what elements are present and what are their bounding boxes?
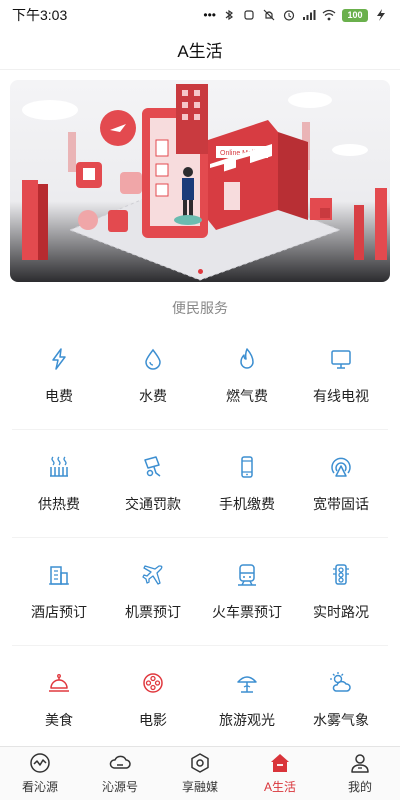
service-row: 供热费 交通罚款 手机缴费 宽带固话 [12,430,388,538]
service-label: 水雾气象 [313,712,369,728]
nav-label: 享融媒 [181,780,218,794]
service-item-broadband[interactable]: 宽带固话 [294,430,388,537]
service-item-traffic-light[interactable]: 实时路况 [294,538,388,645]
film-reel-icon [140,670,166,696]
flame-icon [234,346,260,372]
service-row: 美食 电影 旅游观光 水雾气象 [12,646,388,754]
broadband-icon [328,454,354,480]
food-cloche-icon [46,670,72,696]
service-row: 酒店预订 机票预订 火车票预订 实时路况 [12,538,388,646]
nav-label: 我的 [347,780,372,794]
service-label: 供热费 [38,495,80,512]
service-item-food-cloche[interactable]: 美食 [12,646,106,754]
service-label: 火车票预订 [212,603,282,620]
service-item-flame[interactable]: 燃气费 [200,322,294,429]
nav-item-home[interactable]: A生活 [240,747,320,800]
nav-item-media[interactable]: 享融媒 [160,747,240,800]
service-item-weather[interactable]: 水雾气象 [294,646,388,754]
train-icon [234,562,260,588]
nav-item-user[interactable]: 我的 [320,747,400,800]
vibrate-icon [244,10,254,20]
service-label: 实时路况 [313,603,369,620]
nav-item-cloud[interactable]: 沁源号 [80,747,160,800]
status-time: 下午3:03 [12,7,68,23]
banner-carousel[interactable]: Online Mall [10,80,390,282]
service-grid: 电费 水费 燃气费 有线电视供热费 交通罚款 手机缴费 宽带固话酒店预订 机票预订 火车票预订 实… [0,322,400,754]
service-item-mobile-phone[interactable]: 手机缴费 [200,430,294,537]
service-row: 电费 水费 燃气费 有线电视 [12,322,388,430]
status-bar: 下午3:03 ••• 100 [0,0,400,30]
service-label: 酒店预订 [31,603,87,620]
bluetooth-icon [225,9,234,21]
service-item-hotel[interactable]: 酒店预订 [12,538,106,645]
status-icons: ••• 100 [203,8,388,22]
nav-label: A生活 [263,780,296,794]
service-item-train[interactable]: 火车票预订 [200,538,294,645]
service-label: 燃气费 [226,387,268,404]
charging-icon [377,9,385,21]
service-label: 水费 [139,387,167,404]
banner-illustration: Online Mall [22,84,387,281]
service-item-beach-umbrella[interactable]: 旅游观光 [200,646,294,754]
wifi-icon [322,9,336,21]
app-header: A生活 [0,30,400,70]
alarm-icon [283,10,295,21]
signal-icon [303,10,316,20]
service-label: 交通罚款 [125,495,181,512]
service-item-heating[interactable]: 供热费 [12,430,106,537]
page-title: A生活 [177,42,223,61]
service-label: 旅游观光 [219,712,275,728]
traffic-light-icon [328,562,354,588]
traffic-camera-icon [140,454,166,480]
mobile-phone-icon [234,454,260,480]
user-icon [349,752,371,774]
carousel-dot[interactable] [197,269,203,274]
service-item-water-drop[interactable]: 水费 [106,322,200,429]
service-label: 电影 [139,712,167,728]
nav-item-chart-wave[interactable]: 看沁源 [0,747,80,800]
weather-icon [328,670,354,696]
service-item-tv[interactable]: 有线电视 [294,322,388,429]
service-label: 手机缴费 [219,495,275,512]
water-drop-icon [140,346,166,372]
bottom-navigation: 看沁源 沁源号 享融媒 A生活 我的 [0,746,400,800]
tv-icon [328,346,354,372]
carousel-indicator [10,269,390,274]
service-label: 机票预订 [125,603,181,620]
service-item-traffic-camera[interactable]: 交通罚款 [106,430,200,537]
heating-icon [46,454,72,480]
home-icon [269,752,291,774]
mute-icon [263,9,275,21]
service-item-film-reel[interactable]: 电影 [106,646,200,754]
service-label: 电费 [45,387,73,404]
section-title: 便民服务 [172,300,228,316]
service-item-airplane[interactable]: 机票预订 [106,538,200,645]
airplane-icon [140,562,166,588]
service-item-lightning[interactable]: 电费 [12,322,106,429]
chart-wave-icon [29,752,51,774]
media-icon [189,752,211,774]
cloud-icon [109,752,131,774]
hotel-icon [46,562,72,588]
service-label: 美食 [45,712,73,728]
nav-label: 沁源号 [101,780,138,794]
beach-umbrella-icon [234,670,260,696]
nav-label: 看沁源 [21,780,58,794]
lightning-icon [46,346,72,372]
more-icon: ••• [203,8,216,22]
service-label: 有线电视 [313,387,369,404]
battery-icon: 100 [342,8,368,22]
service-label: 宽带固话 [313,495,369,512]
